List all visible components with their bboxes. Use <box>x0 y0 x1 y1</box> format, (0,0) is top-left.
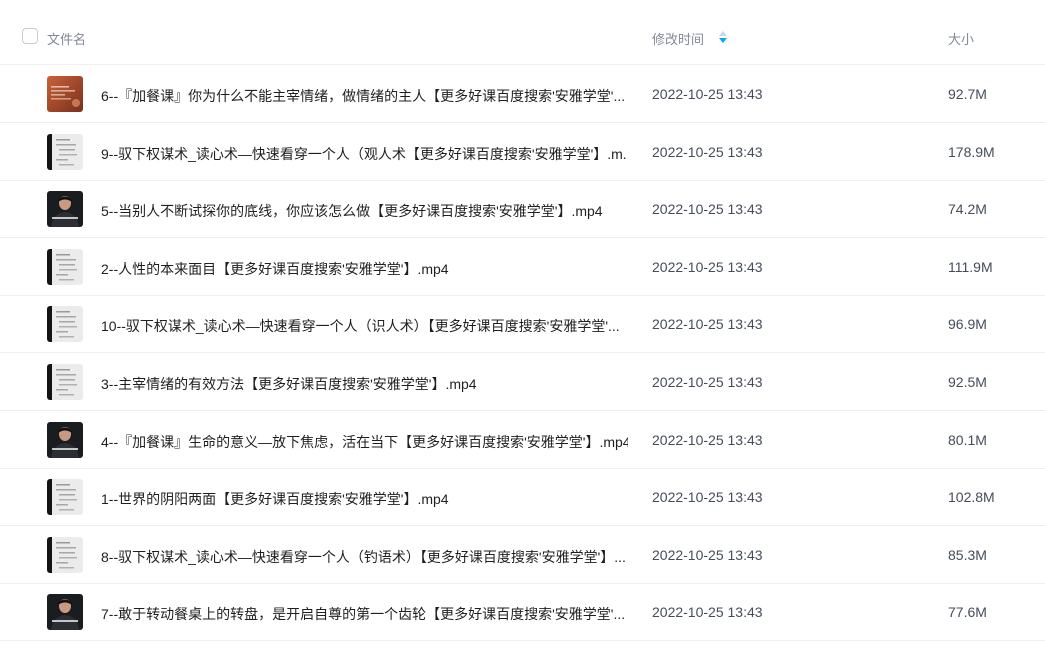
file-modified-time: 2022-10-25 13:43 <box>652 489 763 506</box>
video-thumbnail[interactable] <box>47 536 83 573</box>
file-modified-time: 2022-10-25 13:43 <box>652 431 763 448</box>
file-size: 96.9M <box>948 316 987 333</box>
file-name[interactable]: 2--人性的本来面目【更多好课百度搜索'安雅学堂'】.mp4 <box>101 259 628 279</box>
file-modified-time: 2022-10-25 13:43 <box>652 374 763 390</box>
file-modified-time: 2022-10-25 13:43 <box>652 86 763 102</box>
file-size: 178.9M <box>948 143 995 160</box>
file-size: 102.8M <box>948 489 995 506</box>
file-modified-time: 2022-10-25 13:43 <box>652 258 763 275</box>
video-thumbnail[interactable] <box>47 133 83 170</box>
video-thumbnail[interactable] <box>47 76 83 112</box>
file-row[interactable]: 6--『加餐课』你为什么不能主宰情绪，做情绪的主人【更多好课百度搜索'安雅学堂'… <box>0 66 1045 123</box>
file-size: 111.9M <box>948 258 993 275</box>
file-name[interactable]: 10--驭下权谋术_读心术—快速看穿一个人（识人术）【更多好课百度搜索'安雅学堂… <box>101 316 628 336</box>
video-thumbnail[interactable] <box>47 421 83 458</box>
file-row[interactable]: 2--人性的本来面目【更多好课百度搜索'安雅学堂'】.mp4 2022-10-25… <box>0 239 1045 296</box>
file-name[interactable]: 8--驭下权谋术_读心术—快速看穿一个人（钓语术）【更多好课百度搜索'安雅学堂'… <box>101 547 628 567</box>
sort-up-down-icon[interactable] <box>718 29 728 45</box>
file-name[interactable]: 3--主宰情绪的有效方法【更多好课百度搜索'安雅学堂'】.mp4 <box>101 374 628 394</box>
video-thumbnail[interactable] <box>47 191 83 228</box>
file-name[interactable]: 7--敢于转动餐桌上的转盘，是开启自尊的第一个齿轮【更多好课百度搜索'安雅学堂'… <box>101 604 628 624</box>
file-row[interactable]: 9--驭下权谋术_读心术—快速看穿一个人（观人术【更多好课百度搜索'安雅学堂'】… <box>0 124 1045 181</box>
file-name[interactable]: 1--世界的阴阳两面【更多好课百度搜索'安雅学堂'】.mp4 <box>101 489 628 509</box>
video-thumbnail[interactable] <box>47 306 83 343</box>
file-name[interactable]: 5--当别人不断试探你的底线，你应该怎么做【更多好课百度搜索'安雅学堂'】.mp… <box>101 201 628 221</box>
video-thumbnail[interactable] <box>47 594 83 631</box>
file-row[interactable]: 5--当别人不断试探你的底线，你应该怎么做【更多好课百度搜索'安雅学堂'】.mp… <box>0 181 1045 239</box>
file-modified-time: 2022-10-25 13:43 <box>652 604 763 621</box>
file-row[interactable]: 10--驭下权谋术_读心术—快速看穿一个人（识人术）【更多好课百度搜索'安雅学堂… <box>0 296 1045 354</box>
file-size: 77.6M <box>948 604 987 621</box>
file-modified-time: 2022-10-25 13:43 <box>652 143 763 160</box>
file-row[interactable]: 3--主宰情绪的有效方法【更多好课百度搜索'安雅学堂'】.mp4 2022-10-… <box>0 354 1045 411</box>
file-size: 74.2M <box>948 201 987 218</box>
column-header-size[interactable]: 大小 <box>948 29 974 48</box>
video-thumbnail[interactable] <box>47 364 83 400</box>
file-row[interactable]: 1--世界的阴阳两面【更多好课百度搜索'安雅学堂'】.mp4 2022-10-25… <box>0 469 1045 527</box>
column-header-name[interactable]: 文件名 <box>47 29 86 48</box>
file-size: 92.7M <box>948 86 987 102</box>
file-size: 80.1M <box>948 431 987 448</box>
video-thumbnail[interactable] <box>47 248 83 285</box>
column-header-modified-time[interactable]: 修改时间 <box>652 29 704 48</box>
file-row[interactable]: 4--『加餐课』生命的意义—放下焦虑，活在当下【更多好课百度搜索'安雅学堂'】.… <box>0 412 1045 469</box>
select-all-checkbox[interactable] <box>22 28 38 44</box>
file-name[interactable]: 4--『加餐课』生命的意义—放下焦虑，活在当下【更多好课百度搜索'安雅学堂'】.… <box>101 432 628 452</box>
file-modified-time: 2022-10-25 13:43 <box>652 546 763 563</box>
file-size: 85.3M <box>948 546 987 563</box>
video-thumbnail[interactable] <box>47 479 83 516</box>
file-modified-time: 2022-10-25 13:43 <box>652 316 763 333</box>
file-name[interactable]: 6--『加餐课』你为什么不能主宰情绪，做情绪的主人【更多好课百度搜索'安雅学堂'… <box>101 86 628 106</box>
file-name[interactable]: 9--驭下权谋术_读心术—快速看穿一个人（观人术【更多好课百度搜索'安雅学堂'】… <box>101 144 628 164</box>
file-row[interactable]: 7--敢于转动餐桌上的转盘，是开启自尊的第一个齿轮【更多好课百度搜索'安雅学堂'… <box>0 584 1045 642</box>
file-row[interactable]: 8--驭下权谋术_读心术—快速看穿一个人（钓语术）【更多好课百度搜索'安雅学堂'… <box>0 527 1045 584</box>
file-size: 92.5M <box>948 374 987 390</box>
file-list-header: 文件名 修改时间 大小 <box>0 0 1045 65</box>
file-modified-time: 2022-10-25 13:43 <box>652 201 763 218</box>
